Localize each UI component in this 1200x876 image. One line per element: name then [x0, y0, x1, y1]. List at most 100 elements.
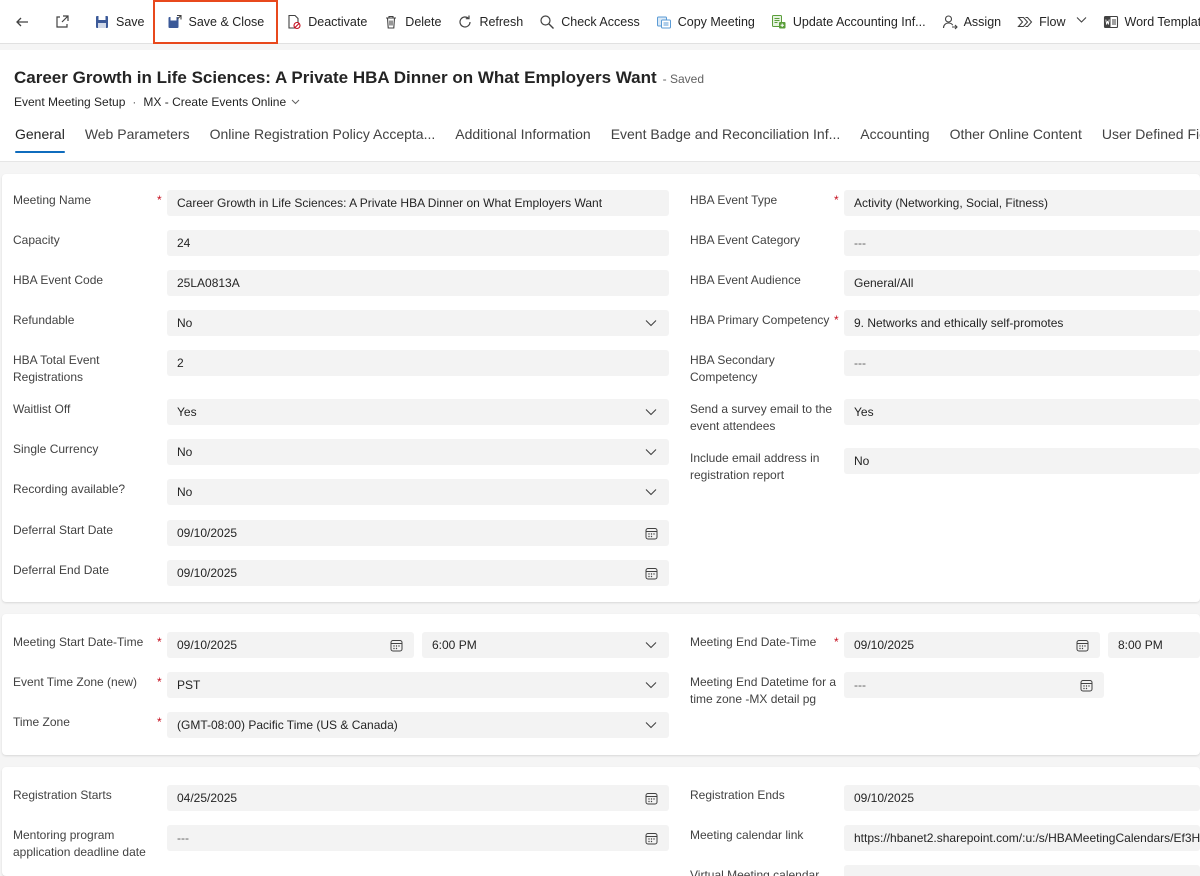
total-registrations-input[interactable]: 2 — [167, 350, 669, 376]
magnifier-icon — [539, 14, 555, 30]
capacity-input[interactable]: 24 — [167, 230, 669, 256]
check-access-label: Check Access — [561, 14, 640, 29]
meeting-start-date-input[interactable]: 09/10/2025 — [167, 632, 414, 658]
field-label: HBA Secondary Competency — [690, 353, 775, 384]
back-arrow-icon — [14, 14, 30, 30]
primary-competency-input[interactable]: 9. Networks and ethically self-promotes — [844, 310, 1200, 336]
survey-email-input[interactable]: Yes — [844, 399, 1200, 425]
copy-meeting-label: Copy Meeting — [677, 14, 755, 29]
deactivate-button[interactable]: Deactivate — [278, 6, 375, 38]
event-category-input[interactable]: --- — [844, 230, 1200, 256]
field-label: Meeting Start Date-Time — [13, 635, 144, 649]
mentoring-deadline-input[interactable]: --- — [167, 825, 669, 851]
tab-other-online-content[interactable]: Other Online Content — [950, 126, 1082, 154]
calendar-icon[interactable] — [643, 525, 659, 541]
deferral-end-date-input[interactable]: 09/10/2025 — [167, 560, 669, 586]
calendar-icon[interactable] — [643, 790, 659, 806]
check-access-button[interactable]: Check Access — [531, 6, 648, 38]
save-button[interactable]: Save — [86, 6, 153, 38]
update-accounting-button[interactable]: Update Accounting Inf... — [763, 6, 934, 38]
event-audience-input[interactable]: General/All — [844, 270, 1200, 296]
tab-general[interactable]: General — [15, 126, 65, 154]
required-marker: * — [834, 313, 839, 327]
event-type-input[interactable]: Activity (Networking, Social, Fitness) — [844, 190, 1200, 216]
virtual-calendar-input[interactable] — [844, 865, 1200, 876]
popout-button[interactable] — [46, 6, 78, 38]
tab-additional-information[interactable]: Additional Information — [455, 126, 590, 154]
mentoring-deadline-value: --- — [177, 831, 189, 845]
tab-user-defined-fields[interactable]: User Defined Fields — [1102, 126, 1200, 154]
meeting-end-mx-value: --- — [854, 678, 866, 692]
waitlist-off-select[interactable]: Yes — [167, 399, 669, 425]
back-button[interactable] — [6, 6, 38, 38]
meeting-end-time-select[interactable]: 8:00 PM — [1108, 632, 1200, 658]
event-code-input[interactable]: 25LA0813A — [167, 270, 669, 296]
meeting-start-time-select[interactable]: 6:00 PM — [422, 632, 669, 658]
breadcrumb: Event Meeting Setup · MX - Create Events… — [14, 95, 300, 109]
meeting-end-mx-input[interactable]: --- — [844, 672, 1104, 698]
registration-ends-input[interactable]: 09/10/2025 — [844, 785, 1200, 811]
meeting-name-input[interactable]: Career Growth in Life Sciences: A Privat… — [167, 190, 669, 216]
tab-event-badge-reconciliation[interactable]: Event Badge and Reconciliation Inf... — [611, 126, 841, 154]
tab-web-parameters[interactable]: Web Parameters — [85, 126, 190, 154]
save-and-close-button[interactable]: Save & Close — [152, 0, 279, 44]
calendar-icon[interactable] — [388, 637, 404, 653]
calendar-icon[interactable] — [1074, 637, 1090, 653]
field-label: HBA Event Category — [690, 233, 801, 247]
save-icon — [94, 14, 110, 30]
delete-button[interactable]: Delete — [375, 6, 449, 38]
required-marker: * — [834, 193, 839, 207]
assign-button[interactable]: Assign — [934, 6, 1010, 38]
refresh-button[interactable]: Refresh — [449, 6, 531, 38]
separator-dot: · — [132, 95, 137, 109]
copy-meeting-button[interactable]: Copy Meeting — [648, 6, 763, 38]
refundable-value: No — [177, 316, 193, 330]
meeting-end-date-input[interactable]: 09/10/2025 — [844, 632, 1100, 658]
calendar-link-input[interactable]: https://hbanet2.sharepoint.com/:u:/s/HBA… — [844, 825, 1200, 851]
flow-button[interactable]: Flow — [1009, 6, 1094, 38]
time-zone-select[interactable]: (GMT-08:00) Pacific Time (US & Canada) — [167, 712, 669, 738]
field-label: HBA Total Event Registrations — [13, 353, 100, 384]
tab-list: General Web Parameters Online Registrati… — [15, 126, 1200, 154]
include-email-input[interactable]: No — [844, 448, 1200, 474]
refundable-select[interactable]: No — [167, 310, 669, 336]
field-label: Virtual Meeting calendar — [690, 868, 820, 876]
required-marker: * — [834, 635, 839, 649]
deferral-start-date-input[interactable]: 09/10/2025 — [167, 520, 669, 546]
record-header: Career Growth in Life Sciences: A Privat… — [0, 50, 1200, 162]
field-label: Time Zone — [13, 715, 70, 729]
chevron-down-icon — [643, 484, 659, 500]
secondary-competency-input[interactable]: --- — [844, 350, 1200, 376]
recording-available-select[interactable]: No — [167, 479, 669, 505]
registration-section: Registration Starts 04/25/2025 Mentoring… — [2, 767, 1200, 876]
single-currency-select[interactable]: No — [167, 439, 669, 465]
open-in-new-window-icon — [54, 14, 70, 30]
delete-label: Delete — [405, 14, 442, 29]
registration-starts-input[interactable]: 04/25/2025 — [167, 785, 669, 811]
field-label: Meeting End Date-Time — [690, 635, 817, 649]
meeting-start-time-value: 6:00 PM — [432, 638, 477, 652]
assign-label: Assign — [963, 14, 1002, 29]
field-label: HBA Event Type — [690, 193, 778, 207]
chevron-down-icon — [643, 404, 659, 420]
required-marker: * — [157, 675, 162, 689]
word-templates-button[interactable]: Word Templates — [1095, 6, 1200, 38]
command-bar: Save Save & Close Deactivate Delete Refr… — [0, 0, 1200, 44]
time-zone-value: (GMT-08:00) Pacific Time (US & Canada) — [177, 718, 398, 732]
required-marker: * — [157, 193, 162, 207]
event-time-zone-select[interactable]: PST — [167, 672, 669, 698]
general-section: Meeting Name * Career Growth in Life Sci… — [2, 174, 1200, 602]
tab-online-registration-policy[interactable]: Online Registration Policy Accepta... — [210, 126, 436, 154]
title-row: Career Growth in Life Sciences: A Privat… — [14, 68, 704, 88]
flow-label: Flow — [1039, 14, 1066, 29]
chevron-down-icon — [291, 97, 300, 107]
calendar-icon[interactable] — [643, 565, 659, 581]
single-currency-value: No — [177, 445, 193, 459]
form-selector[interactable]: MX - Create Events Online — [143, 95, 300, 109]
deactivate-icon — [286, 14, 302, 30]
calendar-icon[interactable] — [643, 830, 659, 846]
calendar-icon[interactable] — [1078, 677, 1094, 693]
tab-accounting[interactable]: Accounting — [860, 126, 929, 154]
recording-available-value: No — [177, 485, 193, 499]
field-label: Registration Starts — [13, 788, 112, 802]
